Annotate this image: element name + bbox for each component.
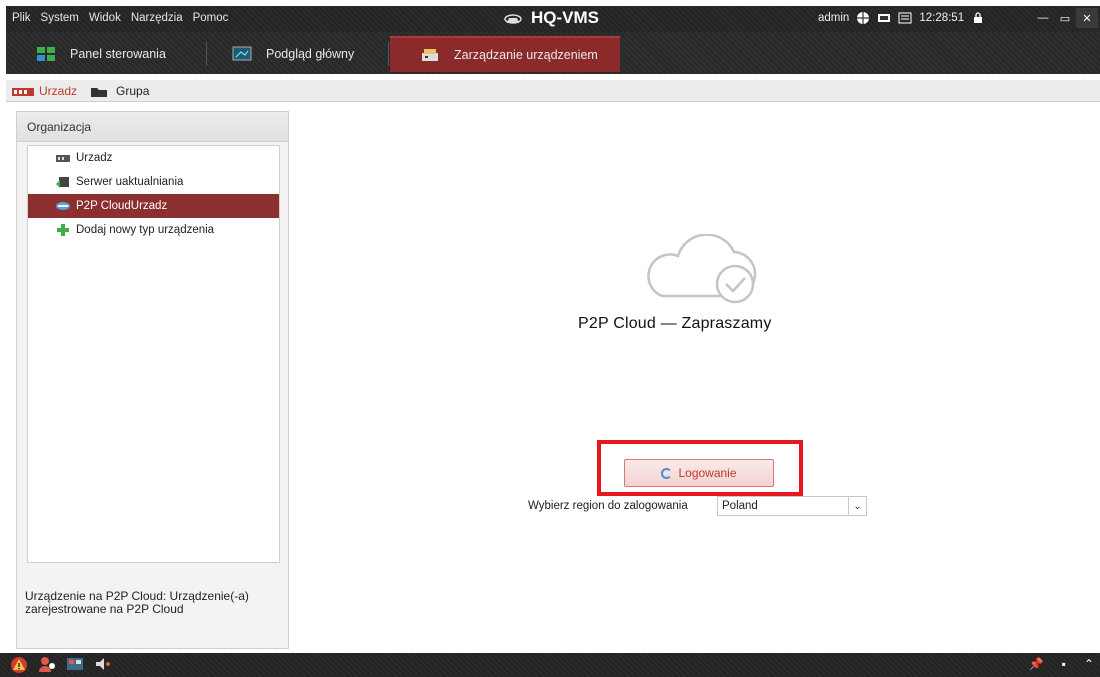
tree-item-urzadz[interactable]: Urzadz [28, 146, 279, 170]
tab-panel-sterowania[interactable]: Panel sterowania [6, 36, 196, 72]
menu-list: Plik System Widok Narzędzia Pomoc [12, 12, 228, 24]
tab-label: Podgląd główny [266, 47, 355, 61]
cloud-check-icon [640, 233, 770, 306]
add-icon [56, 224, 70, 236]
tree-item-label: P2P CloudUrzadz [76, 200, 168, 212]
window-controls: — ▭ ✕ [1032, 8, 1098, 28]
device-management-icon [420, 47, 440, 63]
menu-bar: Plik System Widok Narzędzia Pomoc HQ-VMS… [6, 6, 1100, 32]
status-bar: 📌 ▪ ⌃ [0, 653, 1100, 677]
cloud-device-icon [56, 200, 70, 212]
organization-panel: Organizacja Urzadz Serwer uaktualniania … [16, 111, 289, 649]
tree-item-label: Dodaj nowy typ urządzenia [76, 224, 215, 236]
tab-divider [388, 42, 389, 66]
tab-podglad-glowny[interactable]: Podgląd główny [202, 36, 382, 72]
app-title: HQ-VMS [503, 8, 599, 28]
login-button-label: Logowanie [678, 466, 737, 480]
close-button[interactable]: ✕ [1076, 8, 1098, 28]
network-icon [856, 11, 870, 25]
tab-zarzadzanie-urzadzeniem[interactable]: Zarządzanie urządzeniem [390, 36, 620, 72]
status-area: admin 12:28:51 [818, 11, 985, 25]
menu-narzedzia[interactable]: Narzędzia [131, 12, 183, 24]
welcome-heading: P2P Cloud — Zapraszamy [578, 315, 772, 332]
tab-label: Panel sterowania [70, 47, 166, 61]
device-type-tree: Urzadz Serwer uaktualniania P2P CloudUrz… [27, 145, 280, 563]
pin-icon[interactable]: 📌 [1029, 657, 1044, 671]
menu-pomoc[interactable]: Pomoc [193, 12, 229, 24]
upgrade-server-icon [56, 176, 70, 188]
device-icon [12, 86, 34, 96]
tree-item-label: Serwer uaktualniania [76, 176, 184, 188]
tab-label: Zarządzanie urządzeniem [454, 48, 598, 62]
window-icon[interactable]: ▪ [1062, 657, 1066, 671]
subtab-label: Grupa [116, 83, 150, 98]
dashboard-icon [36, 46, 56, 62]
maximize-button[interactable]: ▭ [1054, 8, 1076, 28]
user-name[interactable]: admin [818, 12, 849, 24]
device-icon [56, 152, 70, 164]
region-select[interactable]: Poland ⌄ [717, 496, 867, 516]
user-alert-icon[interactable] [38, 656, 56, 672]
clock-time: 12:28:51 [919, 12, 965, 24]
app-logo-icon [503, 10, 523, 26]
login-button[interactable]: Logowanie [624, 459, 774, 487]
subtab-label: Urzadz [39, 83, 78, 98]
ram-icon [898, 11, 912, 25]
sub-tab-bar: Urzadz Grupa [6, 80, 1100, 102]
alarm-icon[interactable] [10, 656, 28, 673]
main-tab-bar: Panel sterowania Podgląd główny Zarządza… [6, 32, 1100, 74]
menu-plik[interactable]: Plik [12, 12, 31, 24]
menu-system[interactable]: System [41, 12, 79, 24]
subtab-grupa[interactable]: Grupa [83, 80, 155, 102]
app-title-text: HQ-VMS [531, 8, 599, 27]
speaker-icon[interactable] [94, 656, 112, 672]
tree-item-serwer-uaktualniania[interactable]: Serwer uaktualniania [28, 170, 279, 194]
tree-item-label: Urzadz [76, 152, 113, 164]
loading-spinner-icon [661, 467, 673, 479]
region-select-value: Poland [722, 500, 758, 512]
subtab-urzadz[interactable]: Urzadz [6, 80, 83, 102]
collapse-up-icon[interactable]: ⌃ [1084, 657, 1094, 671]
tree-item-dodaj-nowy-typ[interactable]: Dodaj nowy typ urządzenia [28, 218, 279, 242]
folder-icon [89, 86, 111, 97]
panel-description: Urządzenie na P2P Cloud: Urządzenie(-a) … [25, 589, 249, 616]
minimize-button[interactable]: — [1032, 8, 1054, 28]
live-view-icon [232, 46, 252, 62]
panel-header: Organizacja [17, 112, 288, 142]
status-bar-left [10, 656, 112, 673]
lock-icon[interactable] [971, 11, 985, 25]
chevron-down-icon[interactable]: ⌄ [848, 497, 866, 515]
menu-widok[interactable]: Widok [89, 12, 121, 24]
camera-list-icon[interactable] [66, 656, 84, 672]
region-label: Wybierz region do zalogowania [528, 500, 688, 512]
status-bar-right: 📌 ▪ ⌃ [1029, 657, 1094, 671]
tree-item-p2p-cloud-urzadz[interactable]: P2P CloudUrzadz [28, 194, 279, 218]
cpu-icon [877, 11, 891, 25]
